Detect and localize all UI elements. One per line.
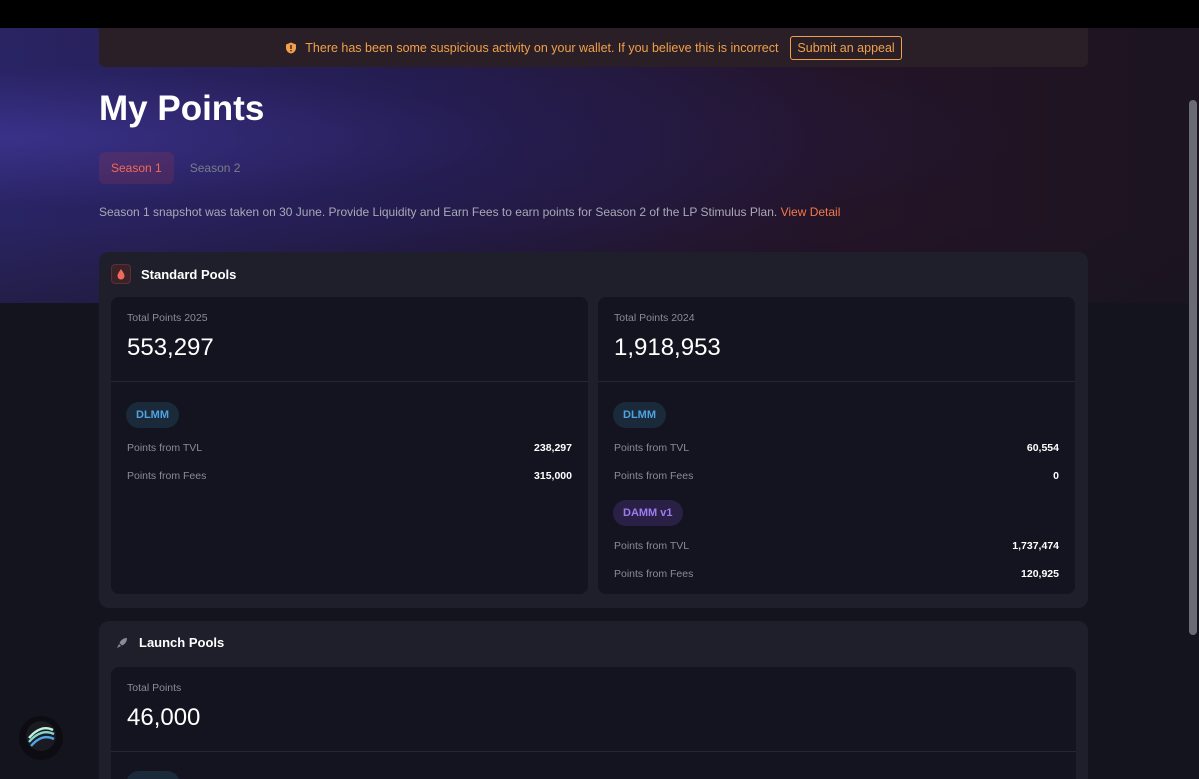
badge-partial	[126, 771, 180, 779]
points-row: Points from TVL 1,737,474	[614, 540, 1059, 552]
view-detail-link[interactable]: View Detail	[781, 205, 841, 219]
row-value: 60,554	[1026, 442, 1059, 454]
card-label: Total Points 2025	[127, 312, 208, 324]
app-logo-icon	[25, 720, 57, 757]
card-label: Total Points	[127, 682, 182, 694]
card-total: 1,918,953	[614, 334, 721, 361]
dlmm-badge: DLMM	[613, 402, 666, 428]
notice-text: Season 1 snapshot was taken on 30 June. …	[99, 205, 778, 219]
submit-appeal-button[interactable]: Submit an appeal	[790, 35, 902, 60]
standard-pools-header: Standard Pools	[111, 264, 236, 284]
card-total: 553,297	[127, 334, 214, 361]
points-row: Points from TVL 238,297	[127, 442, 572, 454]
rocket-icon	[115, 636, 129, 650]
row-label: Points from TVL	[127, 442, 203, 454]
row-label: Points from Fees	[614, 568, 694, 580]
card-divider	[111, 381, 588, 382]
launch-pools-section: Launch Pools Total Points 46,000	[99, 621, 1088, 779]
card-divider	[111, 751, 1076, 752]
points-row: Points from Fees 0	[614, 470, 1059, 482]
card-label: Total Points 2024	[614, 312, 695, 324]
row-label: Points from TVL	[614, 442, 690, 454]
row-label: Points from TVL	[614, 540, 690, 552]
card-total: 46,000	[127, 704, 201, 731]
droplet-icon	[111, 264, 131, 284]
points-card-2024: Total Points 2024 1,918,953 DLMM Points …	[598, 297, 1075, 594]
scrollbar[interactable]	[1189, 100, 1197, 635]
row-label: Points from Fees	[127, 470, 207, 482]
page-title: My Points	[99, 89, 265, 128]
app-logo-button[interactable]	[19, 716, 63, 760]
launch-points-card: Total Points 46,000	[111, 667, 1076, 779]
standard-pools-section: Standard Pools Total Points 2025 553,297…	[99, 252, 1088, 608]
points-row: Points from Fees 315,000	[127, 470, 572, 482]
row-value: 238,297	[534, 442, 572, 454]
damm-v1-badge: DAMM v1	[613, 500, 683, 526]
card-divider	[598, 381, 1075, 382]
row-value: 1,737,474	[1012, 540, 1059, 552]
suspicious-activity-alert: There has been some suspicious activity …	[99, 28, 1088, 67]
points-row: Points from Fees 120,925	[614, 568, 1059, 580]
dlmm-badge: DLMM	[126, 402, 179, 428]
tab-season-2[interactable]: Season 2	[178, 152, 253, 184]
browser-top-bar	[0, 0, 1199, 28]
points-card-2025: Total Points 2025 553,297 DLMM Points fr…	[111, 297, 588, 594]
row-value: 0	[1053, 470, 1059, 482]
season-tabs: Season 1 Season 2	[99, 152, 252, 184]
section-title: Standard Pools	[141, 266, 237, 282]
alert-message: There has been some suspicious activity …	[305, 40, 779, 55]
warning-shield-icon	[285, 42, 297, 54]
season-notice: Season 1 snapshot was taken on 30 June. …	[99, 205, 840, 219]
row-value: 315,000	[534, 470, 572, 482]
section-title: Launch Pools	[139, 635, 225, 650]
row-value: 120,925	[1021, 568, 1059, 580]
points-row: Points from TVL 60,554	[614, 442, 1059, 454]
row-label: Points from Fees	[614, 470, 694, 482]
tab-season-1[interactable]: Season 1	[99, 152, 174, 184]
launch-pools-header: Launch Pools	[115, 635, 224, 650]
